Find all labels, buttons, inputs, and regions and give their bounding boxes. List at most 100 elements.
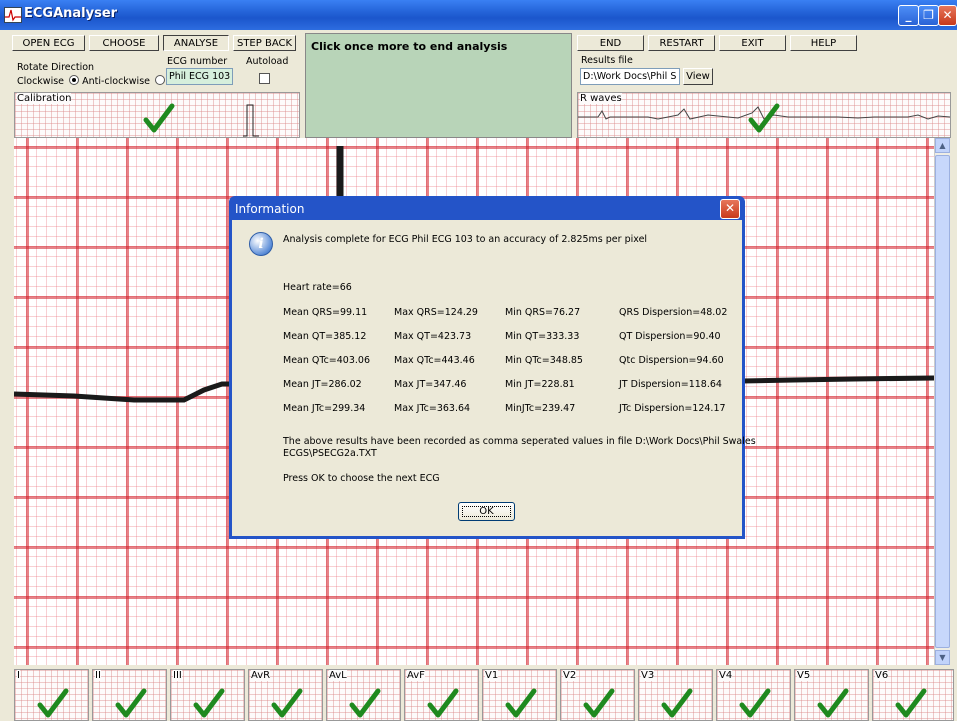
heart-rate: Heart rate=66 [283,282,352,293]
scroll-up-arrow[interactable]: ▲ [935,138,950,153]
ecg-number-field[interactable]: Phil ECG 103 [166,68,233,85]
lead-label: V2 [563,670,577,681]
result-cell: Min JT=228.81 [505,379,575,390]
anticlockwise-label: Anti-clockwise [82,76,150,87]
check-icon [505,688,537,718]
lead-thumbnail[interactable]: AvR [248,669,323,721]
check-icon [143,103,175,133]
press-ok-message: Press OK to choose the next ECG [283,473,440,484]
lead-thumbnail[interactable]: AvF [404,669,479,721]
information-dialog: Information ✕ i Analysis complete for EC… [229,196,756,539]
check-icon [37,688,69,718]
lead-thumbnails: I II III AvR AvL AvF V1 V2 V3 V4 V5 V6 [14,669,957,721]
check-icon [748,103,780,133]
lead-label: I [17,670,20,681]
info-icon: i [249,232,273,256]
help-button[interactable]: HELP [790,35,857,51]
scroll-down-arrow[interactable]: ▼ [935,650,950,665]
result-cell: Min QTc=348.85 [505,355,583,366]
result-cell: Qtc Dispersion=94.60 [619,355,724,366]
result-cell: Max JTc=363.64 [394,403,471,414]
check-icon [427,688,459,718]
autoload-checkbox[interactable] [259,73,270,84]
result-cell: Mean QT=385.12 [283,331,367,342]
analyse-button[interactable]: ANALYSE [163,35,229,51]
lead-thumbnail[interactable]: AvL [326,669,401,721]
result-cell: Max QRS=124.29 [394,307,478,318]
lead-thumbnail[interactable]: V3 [638,669,713,721]
close-button[interactable]: ✕ [938,5,957,26]
lead-label: AvL [329,670,347,681]
lead-thumbnail[interactable]: V1 [482,669,557,721]
status-message: Click once more to end analysis [311,40,508,53]
result-cell: Max QTc=443.46 [394,355,475,366]
results-file-label: Results file [581,55,633,66]
exit-button[interactable]: EXIT [719,35,786,51]
lead-label: V3 [641,670,655,681]
check-icon [661,688,693,718]
results-file-field[interactable]: D:\Work Docs\Phil S [580,68,680,85]
check-icon [895,688,927,718]
end-button[interactable]: END [577,35,644,51]
lead-thumbnail[interactable]: II [92,669,167,721]
lead-label: V5 [797,670,811,681]
step-back-button[interactable]: STEP BACK [233,35,296,51]
view-button[interactable]: View [683,68,713,85]
check-icon [115,688,147,718]
ok-button[interactable]: OK [458,502,515,521]
ecg-app-icon [4,7,22,23]
result-cell: Mean QRS=99.11 [283,307,368,318]
lead-thumbnail[interactable]: V2 [560,669,635,721]
clockwise-label: Clockwise [17,76,65,87]
result-cell: Max QT=423.73 [394,331,472,342]
lead-label: II [95,670,101,681]
lead-thumbnail[interactable]: I [14,669,89,721]
lead-label: V4 [719,670,733,681]
title-bar: ECGAnalyser _ ❐ ✕ [0,0,957,30]
dialog-title: Information [235,202,305,216]
result-cell: Mean JT=286.02 [283,379,362,390]
recorded-file-line1: The above results have been recorded as … [283,436,756,447]
analysis-intro: Analysis complete for ECG Phil ECG 103 t… [283,234,648,245]
restart-button[interactable]: RESTART [648,35,715,51]
anticlockwise-radio[interactable] [155,75,166,85]
result-cell: Min QT=333.33 [505,331,580,342]
lead-label: AvF [407,670,425,681]
result-cell: QRS Dispersion=48.02 [619,307,728,318]
result-cell: Mean QTc=403.06 [283,355,370,366]
recorded-file-line2: ECGS\PSECG2a.TXT [283,448,377,459]
result-cell: Max JT=347.46 [394,379,467,390]
maximize-button[interactable]: ❐ [918,5,939,26]
choose-button[interactable]: CHOOSE [89,35,159,51]
clockwise-radio[interactable] [69,75,80,85]
result-cell: JTc Dispersion=124.17 [619,403,726,414]
calibration-label: Calibration [17,93,72,104]
result-cell: Min QRS=76.27 [505,307,581,318]
dialog-close-button[interactable]: ✕ [720,199,740,219]
lead-thumbnail[interactable]: V5 [794,669,869,721]
rotate-options: Clockwise Anti-clockwise [17,75,166,87]
result-cell: JT Dispersion=118.64 [619,379,722,390]
lead-label: V1 [485,670,499,681]
ecg-number-label: ECG number [167,56,228,67]
result-cell: Mean JTc=299.34 [283,403,366,414]
lead-label: AvR [251,670,271,681]
calibration-strip: Calibration [14,92,300,138]
lead-label: III [173,670,182,681]
autoload-label: Autoload [246,56,289,67]
r-waves-label: R waves [580,93,622,104]
dialog-body: i Analysis complete for ECG Phil ECG 103… [232,220,756,536]
open-ecg-button[interactable]: OPEN ECG [12,35,85,51]
lead-thumbnail[interactable]: V6 [872,669,954,721]
result-cell: QT Dispersion=90.40 [619,331,721,342]
scroll-thumb[interactable] [935,155,950,648]
check-icon [817,688,849,718]
lead-thumbnail[interactable]: V4 [716,669,791,721]
lead-thumbnail[interactable]: III [170,669,245,721]
vertical-scrollbar[interactable]: ▲ ▼ [934,138,950,665]
minimize-button[interactable]: _ [898,5,919,26]
window-title: ECGAnalyser [24,6,118,21]
result-cell: MinJTc=239.47 [505,403,576,414]
r-waves-strip: R waves [577,92,951,138]
rotate-direction-label: Rotate Direction [17,62,95,73]
